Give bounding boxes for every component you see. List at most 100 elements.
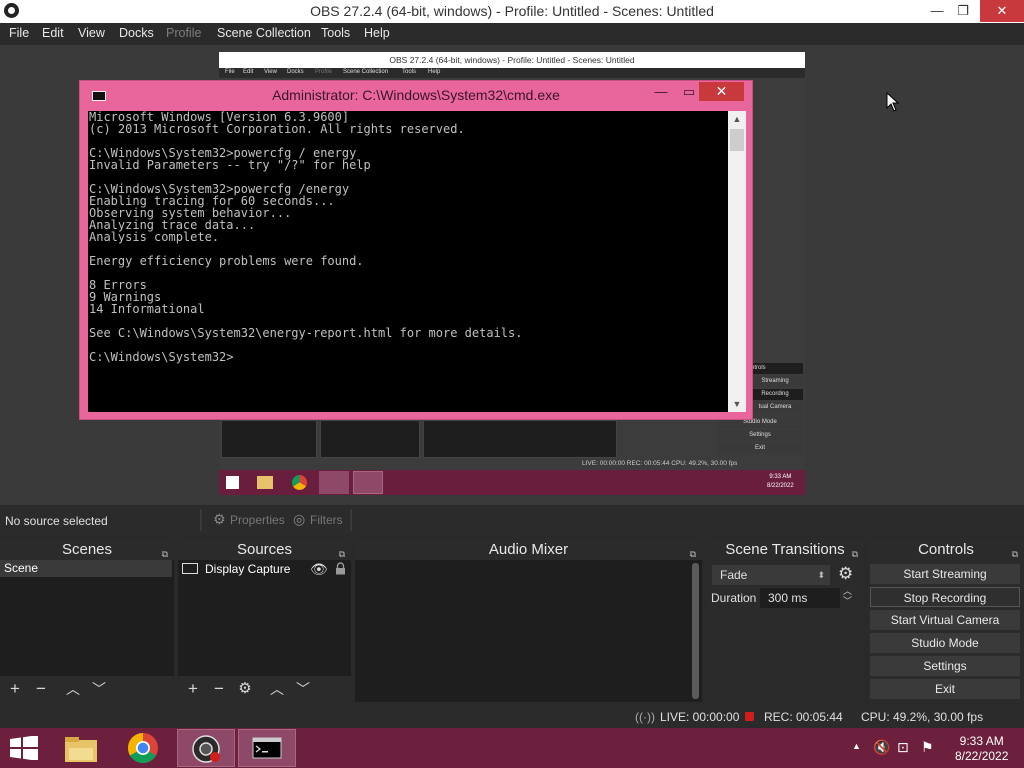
spinner-arrows-icon: ⬍ [817,570,825,580]
transition-properties-gear-icon[interactable]: ⚙ [838,564,853,584]
duration-input[interactable]: 300 ms [760,588,840,608]
captured-scenes-panel [221,420,317,458]
speaker-muted-icon[interactable]: 🔇 [873,739,890,756]
scenes-dock-header: Scenes ⧉ [0,540,174,560]
cmd-output-line: 14 Informational [89,302,205,316]
mixer-dock-title: Audio Mixer [488,541,569,558]
source-properties-gear-icon[interactable]: ⚙ [235,679,255,699]
remove-scene-icon[interactable]: − [31,679,51,699]
move-down-icon[interactable]: ﹀ [89,679,109,699]
cmd-scroll-thumb[interactable] [730,129,744,151]
cmd-window[interactable]: Administrator: C:\Windows\System32\cmd.e… [79,80,753,420]
network-icon[interactable]: ⊡ [897,739,909,756]
filters-label: Filters [310,513,343,527]
audio-mixer-area [355,560,702,702]
filter-icon: ◎ [293,511,306,527]
windows-start-icon[interactable] [10,736,38,760]
menu-file[interactable]: File [9,26,29,40]
obs-taskbar-button[interactable] [177,729,235,767]
move-up-icon[interactable]: ︿ [63,679,83,699]
source-item[interactable]: Display Capture 👁 [178,560,351,578]
source-item-label: Display Capture [205,562,291,576]
restore-button[interactable]: ❐ [948,0,978,22]
move-down-icon[interactable]: ﹀ [293,679,313,699]
start-streaming-button[interactable]: Start Streaming [870,564,1020,584]
duration-stepper-icon[interactable]: ︿ ﹀ [843,586,852,606]
move-up-icon[interactable]: ︿ [267,679,287,699]
no-source-label: No source selected [5,514,108,528]
menu-scene-collection[interactable]: Scene Collection [217,26,311,40]
scene-item[interactable]: Scene [0,560,172,577]
menu-docks[interactable]: Docks [119,26,154,40]
controls-dock-title: Controls [918,541,974,558]
broadcast-icon: ((·)) [635,710,655,724]
taskbar-clock[interactable]: 9:33 AM 8/22/2022 [955,734,1008,764]
menu-edit[interactable]: Edit [42,26,64,40]
exit-button[interactable]: Exit [870,679,1020,699]
status-bar: ((·)) LIVE: 00:00:00 REC: 00:05:44 CPU: … [0,704,1024,728]
captured-menu-edit: Edit [243,69,254,75]
toolbar-divider [200,509,202,531]
captured-menu-scene-collection: Scene Collection [343,69,389,75]
menu-profile[interactable]: Profile [166,26,201,40]
cmd-minimize-button[interactable]: — [652,84,670,100]
cmd-close-button[interactable]: ✕ [699,82,744,101]
menu-view[interactable]: View [78,26,105,40]
chrome-icon[interactable] [127,732,159,764]
toolbar-divider [350,509,352,531]
captured-virtual-camera: tual Camera [747,402,803,413]
captured-clock-date: 8/22/2022 [767,483,794,489]
start-virtual-camera-button[interactable]: Start Virtual Camera [870,610,1020,630]
action-center-flag-icon[interactable]: ⚑ [921,739,934,756]
source-toolbar: No source selected ⚙ Properties ◎ Filter… [0,505,1024,535]
sources-dock-title: Sources [236,541,293,558]
captured-clock: 9:33 AM 8/22/2022 [767,473,794,491]
mouse-cursor-icon [886,92,900,112]
menu-tools[interactable]: Tools [321,26,350,40]
captured-chrome-icon [292,475,307,490]
cmd-maximize-button[interactable]: ▭ [680,84,698,100]
captured-sources-panel [320,420,420,458]
add-source-icon[interactable]: + [183,679,203,699]
visibility-eye-icon[interactable]: 👁 [310,560,328,578]
monitor-icon [182,563,198,574]
scenes-dock-title: Scenes [61,541,113,558]
filters-button[interactable]: ◎ Filters [290,509,343,531]
clock-time: 9:33 AM [959,734,1004,748]
captured-menu-docks: Docks [287,69,304,75]
mixer-scrollbar[interactable] [692,563,699,699]
cmd-console[interactable]: Microsoft Windows [Version 6.3.9600] (c) … [88,111,728,412]
menu-help[interactable]: Help [364,26,390,40]
duration-label: Duration [711,591,757,605]
settings-button[interactable]: Settings [870,656,1020,676]
captured-controls-title: ntrols [747,363,803,374]
transition-select[interactable]: Fade ⬍ [712,565,830,585]
tray-expand-icon[interactable]: ▲ [852,741,861,751]
captured-menu-help: Help [428,69,441,75]
stop-recording-button[interactable]: Stop Recording [870,587,1020,607]
cmd-output-line: Invalid Parameters -- try "/?" for help [89,158,371,172]
menu-bar: File Edit View Docks Profile Scene Colle… [0,23,1024,45]
scroll-up-icon[interactable]: ▲ [728,111,746,127]
properties-button[interactable]: ⚙ Properties [210,509,285,531]
transition-value: Fade [720,568,748,582]
cmd-scrollbar[interactable]: ▲ ▼ [728,111,746,412]
cmd-taskbar-button[interactable] [238,729,296,767]
captured-menubar: File Edit View Docks Profile Scene Colle… [219,68,805,78]
window-title: OBS 27.2.4 (64-bit, windows) - Profile: … [310,3,714,19]
add-scene-icon[interactable]: + [5,679,25,699]
scroll-down-icon[interactable]: ▼ [728,396,746,412]
close-button[interactable]: ✕ [980,0,1024,22]
captured-clock-time: 9:33 AM [769,474,792,480]
studio-mode-button[interactable]: Studio Mode [870,633,1020,653]
cmd-titlebar[interactable]: Administrator: C:\Windows\System32\cmd.e… [80,81,752,109]
cmd-icon [252,737,282,759]
recording-indicator-icon [745,712,754,721]
file-explorer-icon[interactable] [63,734,99,764]
lock-icon[interactable] [335,562,346,575]
remove-source-icon[interactable]: − [209,679,229,699]
cpu-fps: CPU: 49.2%, 30.00 fps [861,710,984,724]
captured-stop-recording: Recording [747,389,803,400]
captured-explorer-icon [257,476,273,489]
properties-label: Properties [230,513,285,527]
